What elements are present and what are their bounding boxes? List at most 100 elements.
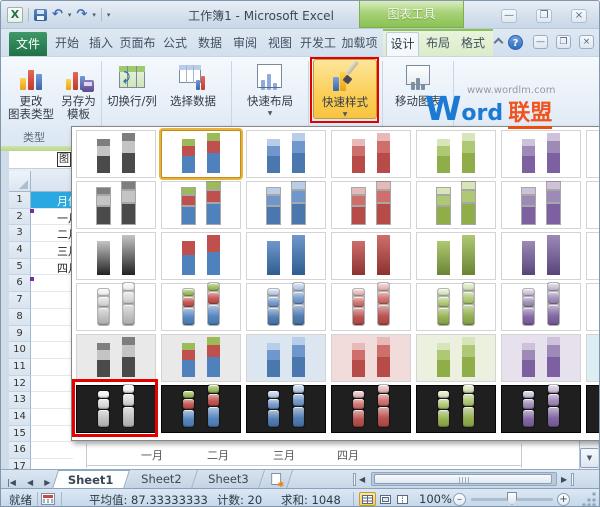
tab-split-handle[interactable] [571,473,574,486]
chart-style-21[interactable] [416,232,496,280]
chart-style-3[interactable] [246,130,326,178]
save-icon[interactable] [34,9,47,21]
row-header-6[interactable]: 6 [9,275,31,292]
row-header-2[interactable]: 2 [9,209,31,226]
chart-style-22[interactable] [501,232,581,280]
zoom-slider-thumb[interactable] [507,492,517,505]
chart-style-29[interactable] [416,283,496,331]
chart-style-1[interactable] [76,130,156,178]
chart-style-4[interactable] [331,130,411,178]
chart-style-30[interactable] [501,283,581,331]
chart-style-34[interactable] [161,334,241,382]
sheet-tab-Sheet2[interactable]: Sheet2 [125,470,197,489]
tab-设计[interactable]: 设计 [386,32,419,56]
zoom-out-icon[interactable]: – [453,493,466,506]
cell-A11[interactable] [31,359,73,376]
zoom-in-icon[interactable]: + [557,493,570,506]
workbook-minimize-button[interactable]: — [533,35,548,49]
window-close-button[interactable]: × [571,9,587,23]
resize-grip[interactable] [581,492,597,506]
switch-row-column-button[interactable]: ⤸切换行/列 [104,59,160,108]
row-header-17[interactable]: 17 [9,459,31,469]
quick-layout-dropdown-icon[interactable]: ▼ [268,110,273,117]
scroll-down-icon[interactable]: ▼ [580,448,599,468]
redo-dropdown-icon[interactable]: ▾ [92,11,96,19]
chart-style-35[interactable] [246,334,326,382]
zoom-level[interactable]: 100% [419,492,452,506]
chart-style-39[interactable] [586,334,600,382]
cell-A15[interactable] [31,426,73,443]
chart-style-44[interactable] [331,385,411,433]
cell-A7[interactable] [31,292,73,309]
chart-style-38[interactable] [501,334,581,382]
chart-style-26[interactable] [161,283,241,331]
chart-style-14[interactable] [501,181,581,229]
chart-style-31[interactable] [586,283,600,331]
tab-插入[interactable]: 插入 [86,32,116,56]
window-restore-button[interactable]: ❐ [536,9,552,23]
hscroll-right-icon[interactable]: ▶ [561,472,567,487]
row-header-9[interactable]: 9 [9,326,31,343]
sheet-tab-Sheet1[interactable]: Sheet1 [52,470,130,489]
row-header-4[interactable]: 4 [9,242,31,259]
chart-style-13[interactable] [416,181,496,229]
help-icon[interactable]: ? [508,35,523,50]
page-break-view-icon[interactable] [394,492,411,506]
row-header-11[interactable]: 11 [9,359,31,376]
cell-A13[interactable] [31,392,73,409]
row-header-5[interactable]: 5 [9,259,31,276]
tab-加载项[interactable]: 加载项 [340,32,379,56]
insert-worksheet-tab[interactable] [261,470,293,489]
tab-页面布[interactable]: 页面布 [119,32,156,56]
workbook-restore-button[interactable]: ❐ [556,35,571,49]
chart-style-7[interactable] [586,130,600,178]
chart-style-42[interactable] [161,385,241,433]
hscroll-thumb[interactable] [374,474,552,484]
chart-style-28[interactable] [331,283,411,331]
tab-格式[interactable]: 格式 [457,32,489,56]
cell-A17[interactable] [31,459,73,469]
cell-A9[interactable] [31,326,73,343]
row-header-8[interactable]: 8 [9,309,31,326]
chart-style-20[interactable] [331,232,411,280]
tab-数据[interactable]: 数据 [194,32,226,56]
tab-视图[interactable]: 视图 [264,32,296,56]
workbook-close-button[interactable]: × [579,35,594,49]
chart-style-9[interactable] [76,181,156,229]
cell-A4[interactable]: 三月 [31,242,73,259]
window-minimize-button[interactable]: — [501,9,517,23]
undo-icon[interactable]: ↶ [52,7,63,23]
chart-style-2[interactable] [161,130,241,178]
chart-style-46[interactable] [501,385,581,433]
chart-style-6[interactable] [501,130,581,178]
cell-A10[interactable] [31,342,73,359]
page-layout-view-icon[interactable] [377,492,394,506]
sheet-tab-Sheet3[interactable]: Sheet3 [193,470,265,489]
chart-style-27[interactable] [246,283,326,331]
cell-A2[interactable]: 一月 [31,209,73,226]
select-data-button[interactable]: 选择数据 [162,59,224,108]
worksheet-grid[interactable]: 1月份2一月3二月4三月5四月67891011121314151617 [9,192,73,469]
tab-split-handle[interactable] [353,473,356,486]
chart-style-36[interactable] [331,334,411,382]
chart-style-12[interactable] [331,181,411,229]
chart-style-25[interactable] [76,283,156,331]
cell-A16[interactable] [31,442,73,459]
hscroll-left-icon[interactable]: ◀ [359,472,365,487]
chart-style-43[interactable] [246,385,326,433]
cell-A8[interactable] [31,309,73,326]
cell-A5[interactable]: 四月 [31,259,73,276]
row-header-14[interactable]: 14 [9,409,31,426]
horizontal-scrollbar[interactable] [371,472,557,486]
change-chart-type-button[interactable]: 更改图表类型 [7,59,55,121]
cell-A1[interactable]: 月份 [31,192,73,209]
customize-qat-icon[interactable]: ▾ [107,11,111,19]
vertical-scrollbar[interactable]: ▼ [579,441,598,469]
chart-style-18[interactable] [161,232,241,280]
undo-dropdown-icon[interactable]: ▾ [68,11,72,19]
cell-A6[interactable] [31,275,73,292]
row-header-3[interactable]: 3 [9,225,31,242]
macro-record-icon[interactable] [41,493,55,505]
save-as-template-button[interactable]: 另存为模板 [56,59,101,121]
select-all-corner[interactable] [9,171,31,191]
